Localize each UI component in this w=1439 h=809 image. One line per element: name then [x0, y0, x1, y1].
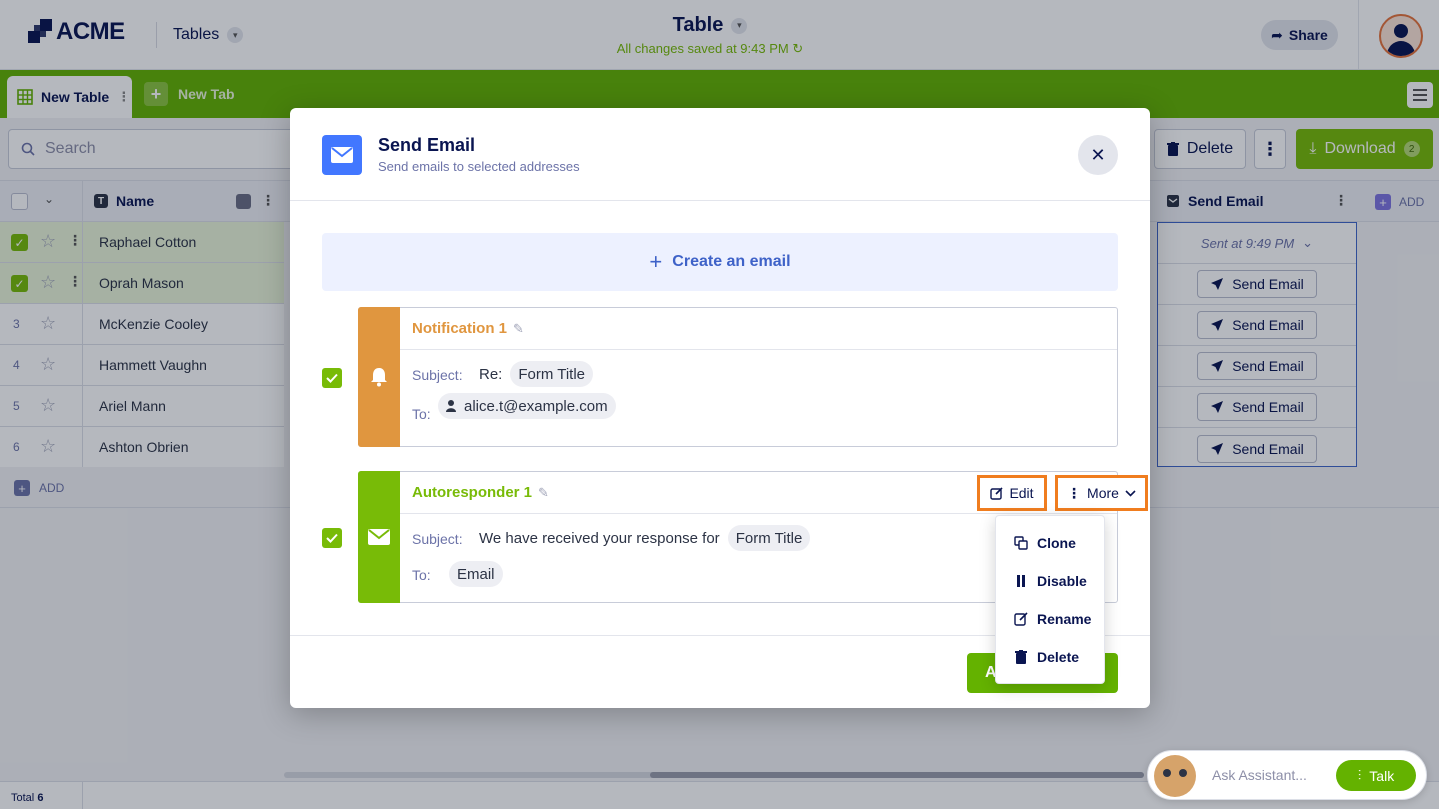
menu-item-label: Rename: [1037, 611, 1092, 627]
bell-icon: [371, 368, 387, 387]
to-label: To:: [412, 567, 431, 583]
envelope-icon: [368, 529, 390, 545]
autoresponder-title[interactable]: Autoresponder 1 ✎: [412, 484, 549, 501]
modal-title: Send Email: [378, 135, 476, 155]
create-email-button[interactable]: + Create an email: [322, 233, 1118, 291]
menu-item-disable[interactable]: Disable: [996, 562, 1106, 600]
clone-icon: [1014, 536, 1028, 550]
notification-card: Notification 1 ✎ Subject: Re: Form Title…: [358, 307, 1118, 447]
menu-item-clone[interactable]: Clone: [996, 524, 1106, 562]
notification-title[interactable]: Notification 1 ✎: [412, 320, 524, 337]
check-icon: [326, 533, 338, 543]
plus-icon: +: [649, 249, 663, 274]
notification-strip: [358, 307, 400, 447]
user-icon: [446, 400, 456, 412]
close-icon: ✕: [1090, 144, 1106, 165]
more-label: More: [1087, 485, 1119, 501]
autoresponder-recipient: Email: [449, 561, 503, 587]
menu-item-label: Disable: [1037, 573, 1087, 589]
audio-wave-icon: ⫶: [1357, 767, 1362, 783]
notification-recipient: alice.t@example.com: [438, 393, 616, 419]
pause-icon: [1017, 575, 1025, 587]
edit-label: Edit: [1009, 485, 1034, 501]
notification-subject: Re: Form Title: [479, 361, 594, 387]
menu-item-delete[interactable]: Delete: [996, 638, 1106, 676]
trash-icon: [1015, 650, 1027, 664]
notification-checkbox[interactable]: [322, 368, 342, 388]
autoresponder-checkbox[interactable]: [322, 528, 342, 548]
more-dropdown-button[interactable]: ⋮ More: [1055, 475, 1148, 511]
autoresponder-strip: [358, 471, 400, 603]
subject-prefix: Re:: [479, 365, 503, 383]
subject-label: Subject:: [412, 367, 463, 383]
modal-header: Send Email Send emails to selected addre…: [290, 108, 1150, 201]
assistant-input-placeholder[interactable]: Ask Assistant...: [1212, 767, 1307, 783]
pencil-icon[interactable]: ✎: [513, 321, 524, 337]
create-email-label: Create an email: [672, 253, 791, 270]
chevron-down-icon: [1125, 489, 1136, 497]
to-label: To:: [412, 406, 431, 422]
recipient-email: alice.t@example.com: [464, 397, 608, 415]
form-title-chip: Form Title: [510, 361, 594, 387]
subject-text: We have received your response for: [479, 529, 720, 547]
close-button[interactable]: ✕: [1078, 135, 1118, 175]
email-field-chip: Email: [449, 561, 503, 587]
talk-button[interactable]: ⫶ Talk: [1336, 760, 1416, 791]
form-title-chip: Form Title: [727, 525, 811, 551]
email-icon: [322, 135, 362, 175]
subject-label: Subject:: [412, 531, 463, 547]
notification-title-text: Notification 1: [412, 320, 508, 337]
menu-item-label: Clone: [1037, 535, 1076, 551]
vertical-dots-icon: ⋮: [1067, 484, 1082, 501]
edit-icon: [990, 486, 1004, 500]
assistant-avatar-icon: [1154, 755, 1196, 797]
autoresponder-title-text: Autoresponder 1: [412, 484, 533, 501]
pencil-icon[interactable]: ✎: [538, 485, 549, 501]
autoresponder-card-header: Autoresponder 1 ✎ Edit ⋮ More: [400, 472, 1148, 514]
more-dropdown-menu: Clone Disable Rename Delete: [995, 515, 1105, 684]
menu-item-label: Delete: [1037, 649, 1080, 665]
notification-card-header: Notification 1 ✎: [400, 308, 1117, 350]
recipient-chip: alice.t@example.com: [438, 393, 616, 419]
assistant-widget[interactable]: Ask Assistant... ⫶ Talk: [1147, 750, 1427, 800]
autoresponder-subject: We have received your response for Form …: [479, 525, 811, 551]
modal-subtitle: Send emails to selected addresses: [378, 159, 580, 174]
rename-icon: [1014, 612, 1028, 626]
menu-item-rename[interactable]: Rename: [996, 600, 1106, 638]
check-icon: [326, 373, 338, 383]
talk-label: Talk: [1369, 767, 1395, 784]
edit-button[interactable]: Edit: [977, 475, 1047, 511]
